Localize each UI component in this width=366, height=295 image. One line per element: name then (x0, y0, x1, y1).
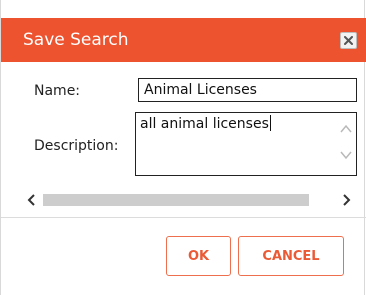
description-textarea[interactable]: all animal licenses (135, 112, 357, 176)
ok-button[interactable]: OK (166, 236, 231, 276)
dialog-titlebar: Save Search (1, 18, 366, 62)
name-label: Name: (34, 83, 81, 99)
chevron-down-icon[interactable] (339, 149, 353, 161)
text-caret (269, 115, 271, 131)
name-input[interactable] (138, 78, 357, 102)
footer-divider (1, 217, 366, 218)
cancel-button[interactable]: CANCEL (238, 236, 344, 276)
scroll-left-button[interactable] (23, 192, 41, 208)
dialog-title: Save Search (23, 30, 129, 50)
scroll-thumb[interactable] (43, 194, 309, 206)
close-icon (344, 36, 353, 45)
scroll-track[interactable] (43, 194, 333, 206)
chevron-left-icon (27, 194, 35, 206)
scroll-right-button[interactable] (337, 192, 355, 208)
close-button[interactable] (340, 32, 357, 49)
chevron-up-icon[interactable] (339, 123, 353, 135)
chevron-right-icon (343, 194, 351, 206)
horizontal-scrollbar[interactable] (23, 192, 357, 208)
description-text: all animal licenses (140, 116, 269, 132)
save-search-dialog: Save Search Name: Description: all anima… (0, 0, 366, 295)
description-label: Description: (34, 138, 119, 154)
